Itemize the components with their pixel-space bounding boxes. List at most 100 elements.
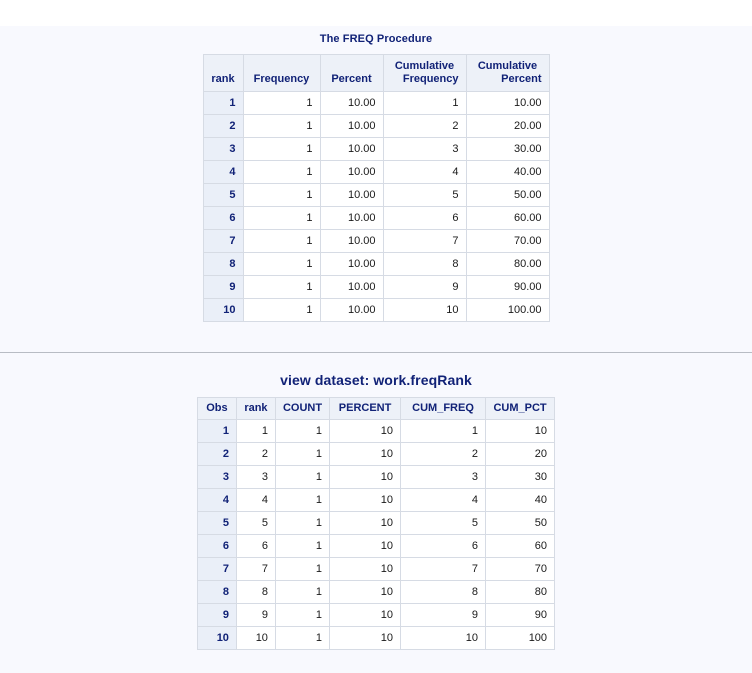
cell-percent: 10	[329, 488, 402, 512]
cell-obs: 7	[196, 557, 237, 581]
column-header-cumulative-percent-line1: Cumulative	[477, 60, 538, 72]
cell-cum_freq: 10	[400, 626, 487, 650]
cell-cum_percent: 100.00	[465, 298, 550, 322]
column-header-cumulative-frequency-line1: Cumulative	[394, 60, 455, 72]
cell-cum_pct: 80	[485, 580, 556, 604]
column-header-frequency-label: Frequency	[253, 73, 310, 85]
cell-cum_percent: 70.00	[465, 229, 550, 253]
cell-cum_freq: 6	[400, 534, 487, 558]
cell-rank: 8	[235, 580, 276, 604]
cell-cum_percent: 10.00	[465, 91, 550, 115]
cell-count: 1	[274, 534, 331, 558]
page-title: The FREQ Procedure	[319, 33, 433, 45]
cell-rank: 6	[202, 206, 244, 230]
cell-percent: 10.00	[319, 137, 384, 161]
table-row: 4 4 1 10 4 40	[196, 488, 556, 512]
column-header-rank: rank	[235, 397, 276, 420]
cell-cum_percent: 50.00	[465, 183, 550, 207]
cell-rank: 5	[235, 511, 276, 535]
cell-cum_frequency: 5	[382, 183, 467, 207]
column-header-cumulative-frequency: Cumulative Frequency	[382, 54, 467, 92]
cell-cum_freq: 2	[400, 442, 487, 466]
cell-cum_pct: 20	[485, 442, 556, 466]
cell-percent: 10	[329, 603, 402, 627]
table-row: 1 1 1 10 1 10	[196, 419, 556, 443]
cell-percent: 10.00	[319, 252, 384, 276]
cell-cum_freq: 5	[400, 511, 487, 535]
cell-count: 1	[274, 557, 331, 581]
cell-cum_percent: 30.00	[465, 137, 550, 161]
cell-percent: 10.00	[319, 206, 384, 230]
dataset-table-container: Obs rank COUNT PERCENT CUM_FREQ CUM_PCT …	[0, 397, 752, 650]
cell-rank: 6	[235, 534, 276, 558]
column-header-cumulative-frequency-line2: Frequency	[402, 73, 459, 85]
column-header-percent: PERCENT	[329, 397, 402, 420]
cell-rank: 7	[235, 557, 276, 581]
column-header-percent: Percent	[319, 54, 384, 92]
cell-cum_frequency: 1	[382, 91, 467, 115]
cell-frequency: 1	[242, 137, 321, 161]
cell-cum_pct: 10	[485, 419, 556, 443]
cell-frequency: 1	[242, 252, 321, 276]
dataset-table-head: Obs rank COUNT PERCENT CUM_FREQ CUM_PCT	[196, 397, 556, 420]
cell-frequency: 1	[242, 91, 321, 115]
cell-rank: 4	[235, 488, 276, 512]
cell-rank: 5	[202, 183, 244, 207]
freq-procedure-section: The FREQ Procedure rank Frequency Percen…	[0, 26, 752, 322]
cell-obs: 2	[196, 442, 237, 466]
cell-cum_frequency: 9	[382, 275, 467, 299]
cell-rank: 9	[202, 275, 244, 299]
column-header-rank-label: rank	[211, 73, 235, 85]
cell-count: 1	[274, 465, 331, 489]
cell-rank: 8	[202, 252, 244, 276]
cell-cum_percent: 60.00	[465, 206, 550, 230]
cell-cum_pct: 40	[485, 488, 556, 512]
column-header-obs: Obs	[196, 397, 237, 420]
cell-count: 1	[274, 580, 331, 604]
table-row: 8 1 10.00 8 80.00	[202, 252, 550, 276]
column-header-cum-pct: CUM_PCT	[485, 397, 556, 420]
cell-percent: 10.00	[319, 275, 384, 299]
cell-frequency: 1	[242, 160, 321, 184]
table-row: 9 9 1 10 9 90	[196, 603, 556, 627]
cell-rank: 7	[202, 229, 244, 253]
cell-cum_freq: 7	[400, 557, 487, 581]
table-row: 9 1 10.00 9 90.00	[202, 275, 550, 299]
dataset-table-body: 1 1 1 10 1 10 2 2 1 10 2 20 3 3 1 10 3 30 4 4 1 10 4 40 5 5 1 10 5 50…	[196, 419, 556, 650]
table-row: 3 1 10.00 3 30.00	[202, 137, 550, 161]
cell-cum_freq: 8	[400, 580, 487, 604]
table-row: 4 1 10.00 4 40.00	[202, 160, 550, 184]
cell-cum_percent: 20.00	[465, 114, 550, 138]
cell-rank: 3	[202, 137, 244, 161]
freq-table: rank Frequency Percent Cumulative Freque…	[202, 54, 550, 322]
cell-count: 1	[274, 488, 331, 512]
cell-rank: 4	[202, 160, 244, 184]
freq-table-head: rank Frequency Percent Cumulative Freque…	[202, 54, 550, 92]
cell-cum_frequency: 3	[382, 137, 467, 161]
cell-frequency: 1	[242, 275, 321, 299]
cell-frequency: 1	[242, 183, 321, 207]
sas-output-page: The FREQ Procedure rank Frequency Percen…	[0, 0, 752, 673]
cell-rank: 1	[235, 419, 276, 443]
cell-rank: 2	[202, 114, 244, 138]
freq-table-header-row: rank Frequency Percent Cumulative Freque…	[202, 54, 550, 92]
cell-cum_freq: 3	[400, 465, 487, 489]
cell-percent: 10	[329, 511, 402, 535]
cell-obs: 8	[196, 580, 237, 604]
cell-obs: 6	[196, 534, 237, 558]
cell-count: 1	[274, 511, 331, 535]
table-row: 6 1 10.00 6 60.00	[202, 206, 550, 230]
cell-cum_pct: 100	[485, 626, 556, 650]
table-row: 8 8 1 10 8 80	[196, 580, 556, 604]
cell-cum_percent: 40.00	[465, 160, 550, 184]
cell-count: 1	[274, 442, 331, 466]
cell-rank: 10	[235, 626, 276, 650]
cell-percent: 10.00	[319, 229, 384, 253]
freq-table-body: 1 1 10.00 1 10.00 2 1 10.00 2 20.00 3 1 10.00 3 30.00 4…	[202, 91, 550, 322]
table-row: 6 6 1 10 6 60	[196, 534, 556, 558]
table-row: 2 2 1 10 2 20	[196, 442, 556, 466]
cell-cum_pct: 30	[485, 465, 556, 489]
cell-cum_percent: 80.00	[465, 252, 550, 276]
cell-percent: 10.00	[319, 160, 384, 184]
cell-cum_frequency: 2	[382, 114, 467, 138]
